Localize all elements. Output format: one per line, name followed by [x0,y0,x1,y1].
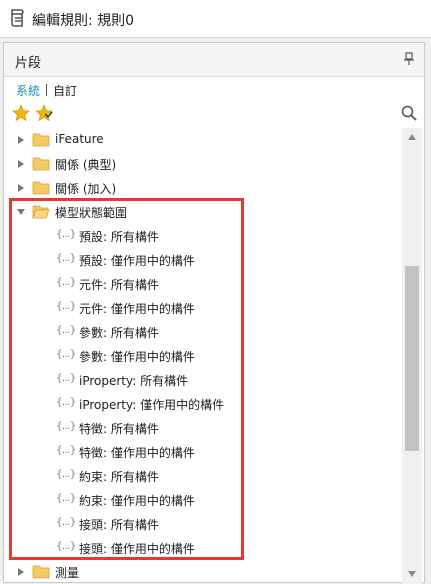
tree-folder-label: iFeature [55,132,104,146]
snippet-label: 特徵: 僅作用中的構件 [79,446,195,460]
collapse-arrow-icon[interactable] [16,207,26,217]
scrollbar-thumb[interactable] [405,266,419,451]
tree-folder-ifeature[interactable]: iFeature [4,128,402,152]
expand-arrow-icon[interactable] [16,567,26,577]
snippet-item[interactable]: {...} 元件: 僅作用中的構件 [4,296,402,320]
snippet-tree: iFeature 關係 (典型) 關係 (加入) 模型狀態範圍 {...} 預設:… [4,128,402,584]
snippet-item[interactable]: {...} 參數: 僅作用中的構件 [4,344,402,368]
star-icon[interactable] [12,104,30,122]
folder-icon [32,181,50,195]
snippet-label: 參數: 所有構件 [79,326,159,340]
snippet-label: 元件: 僅作用中的構件 [79,302,195,316]
snippets-panel: 片段 系統 自訂 iFeature 關係 (典型) 關係 (加入) 模型狀態範圍… [3,42,425,583]
snippet-item[interactable]: {...} 接頭: 僅作用中的構件 [4,536,402,560]
panel-header: 片段 [4,43,424,77]
snippet-label: iProperty: 所有構件 [79,374,189,388]
folder-icon [32,157,50,171]
snippet-item[interactable]: {...} 元件: 所有構件 [4,272,402,296]
vertical-scrollbar[interactable] [402,128,422,583]
snippet-label: 約束: 所有構件 [79,470,159,484]
snippet-braces-icon: {...} [56,277,76,288]
snippet-item[interactable]: {...} 特徵: 僅作用中的構件 [4,440,402,464]
snippet-braces-icon: {...} [56,397,76,408]
snippet-label: iProperty: 僅作用中的構件 [79,398,225,412]
snippet-item[interactable]: {...} 約束: 僅作用中的構件 [4,488,402,512]
snippet-item[interactable]: {...} 參數: 所有構件 [4,320,402,344]
tree-folder-model-state-scope[interactable]: 模型狀態範圍 [4,200,402,224]
snippet-label: 接頭: 所有構件 [79,518,159,532]
snippet-braces-icon: {...} [56,253,76,264]
snippet-braces-icon: {...} [56,325,76,336]
tab-bar: 系統 自訂 [16,82,77,98]
pin-icon[interactable] [404,52,414,66]
window-title: 編輯規則: 規則0 [32,13,135,29]
snippet-label: 接頭: 僅作用中的構件 [79,542,195,556]
rule-document-icon [11,9,24,27]
tab-system[interactable]: 系統 [16,84,40,98]
folder-open-icon [32,205,50,219]
tree-folder-label: 模型狀態範圍 [55,206,128,220]
snippet-braces-icon: {...} [56,541,76,552]
snippet-item[interactable]: {...} iProperty: 所有構件 [4,368,402,392]
snippet-braces-icon: {...} [56,349,76,360]
title-bar: 編輯規則: 規則0 [0,0,431,38]
expand-arrow-icon[interactable] [16,183,26,193]
tree-folder-label: 關係 (典型) [55,158,117,172]
snippet-label: 預設: 僅作用中的構件 [79,254,195,268]
scroll-down-arrow-icon[interactable] [408,571,416,577]
snippet-braces-icon: {...} [56,373,76,384]
tree-folder-label: 測量 [55,566,80,580]
snippet-braces-icon: {...} [56,421,76,432]
tab-separator [46,84,48,96]
snippet-braces-icon: {...} [56,445,76,456]
snippet-label: 預設: 所有構件 [79,230,159,244]
expand-arrow-icon[interactable] [16,159,26,169]
tab-custom[interactable]: 自訂 [53,84,77,98]
tree-folder-relationship-join[interactable]: 關係 (加入) [4,176,402,200]
snippet-item[interactable]: {...} 特徵: 所有構件 [4,416,402,440]
snippet-label: 約束: 僅作用中的構件 [79,494,195,508]
snippet-label: 元件: 所有構件 [79,278,159,292]
expand-arrow-icon[interactable] [16,135,26,145]
tree-folder-label: 關係 (加入) [55,182,117,196]
toolbar [12,104,418,126]
snippet-label: 特徵: 所有構件 [79,422,159,436]
snippet-braces-icon: {...} [56,469,76,480]
search-icon[interactable] [400,104,418,122]
tree-folder-relationship-typical[interactable]: 關係 (典型) [4,152,402,176]
snippet-label: 參數: 僅作用中的構件 [79,350,195,364]
star-add-icon[interactable] [35,104,53,122]
tree-folder-measure[interactable]: 測量 [4,560,402,584]
snippet-item[interactable]: {...} 預設: 所有構件 [4,224,402,248]
snippet-braces-icon: {...} [56,229,76,240]
folder-icon [32,133,50,147]
snippet-braces-icon: {...} [56,493,76,504]
snippet-item[interactable]: {...} iProperty: 僅作用中的構件 [4,392,402,416]
folder-icon [32,565,50,579]
snippet-item[interactable]: {...} 約束: 所有構件 [4,464,402,488]
snippet-item[interactable]: {...} 接頭: 所有構件 [4,512,402,536]
snippet-braces-icon: {...} [56,517,76,528]
snippet-braces-icon: {...} [56,301,76,312]
scroll-up-arrow-icon[interactable] [408,134,416,140]
snippet-item[interactable]: {...} 預設: 僅作用中的構件 [4,248,402,272]
panel-title: 片段 [15,56,42,71]
